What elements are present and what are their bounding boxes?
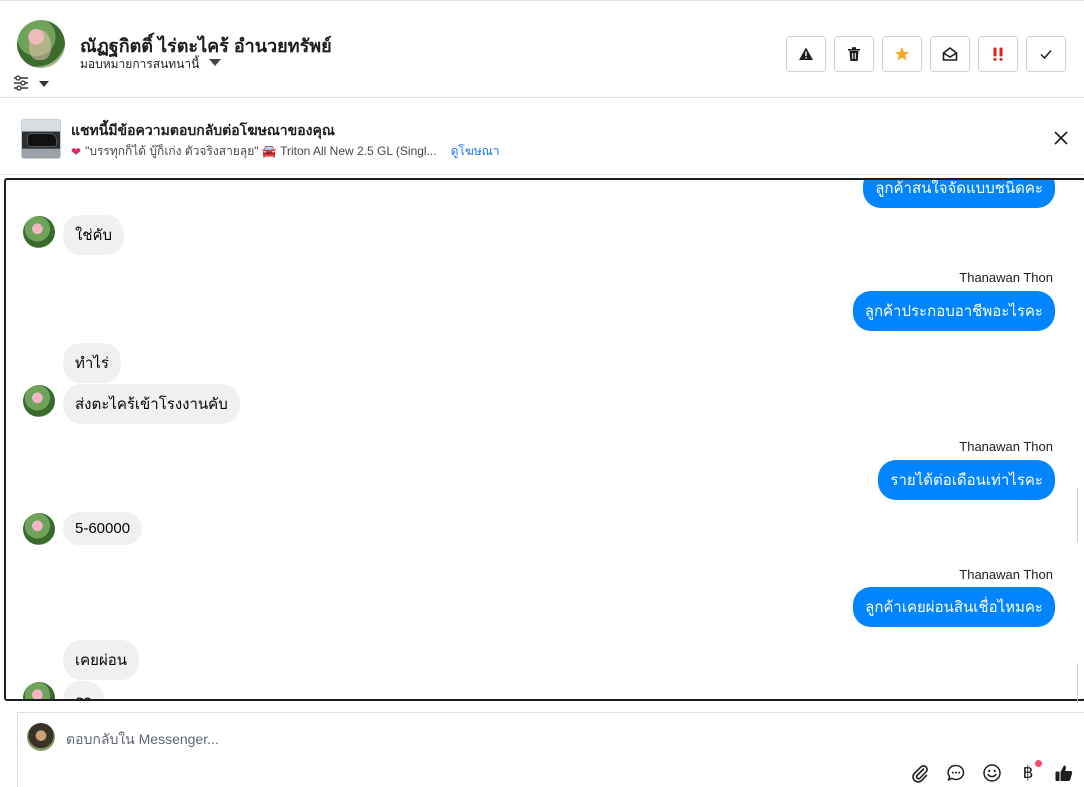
ad-banner-subtitle: "บรรทุกก็ได้ บู๊ก็เก่ง ตัวจริงสายลุย" 🚘 … (85, 144, 437, 158)
ad-banner-title: แชทนี้มีข้อความตอบกลับต่อโฆษณาของคุณ (71, 122, 335, 138)
saved-replies-button[interactable] (946, 763, 966, 783)
outgoing-message: ลูกค้าประกอบอาชีพอะไรคะ (852, 291, 1055, 331)
message-bubble[interactable]: รายได้ต่อเดือนเท่าไรคะ (878, 460, 1055, 500)
side-panel-edge (1077, 488, 1084, 542)
thumbs-up-icon (1055, 765, 1073, 781)
message-bubble[interactable]: รถ (63, 681, 105, 699)
message-bubble[interactable]: ลูกค้าประกอบอาชีพอะไรคะ (852, 291, 1055, 331)
emoji-button[interactable] (982, 763, 1002, 783)
message-bubble[interactable]: ใช่คับ (63, 215, 125, 255)
mark-done-button[interactable] (1026, 36, 1066, 72)
notification-dot (1035, 760, 1042, 767)
view-ad-link[interactable]: ดูโฆษณา (451, 142, 500, 161)
incoming-message: 5-60000 (63, 512, 143, 545)
trash-icon (848, 47, 860, 61)
sender-name: Thanawan Thon (959, 567, 1053, 582)
attach-button[interactable] (910, 763, 930, 783)
contact-avatar-small (23, 513, 55, 545)
outgoing-message: ลูกค้าเคยผ่อนสินเชื่อไหมคะ (853, 587, 1055, 627)
paperclip-icon (912, 765, 928, 783)
incoming-message: ส่งตะไคร้เข้าโรงงานคับ (63, 384, 240, 424)
chat-bubble-icon (947, 764, 965, 781)
sender-name: Thanawan Thon (959, 439, 1053, 454)
conversation-actions (786, 36, 1066, 72)
incoming-message: รถ (63, 681, 105, 699)
message-bubble[interactable]: ลูกค้าเคยผ่อนสินเชื่อไหมคะ (853, 587, 1055, 627)
incoming-message: ใช่คับ (63, 215, 125, 255)
star-button[interactable] (882, 36, 922, 72)
message-bubble[interactable]: ลูกค้าสนใจจัดแบบชนิดคะ (863, 180, 1055, 208)
side-panel-edge (1077, 663, 1084, 703)
outgoing-message: รายได้ต่อเดือนเท่าไรคะ (878, 460, 1055, 500)
report-button[interactable] (786, 36, 826, 72)
double-exclamation-icon (993, 47, 1003, 61)
check-icon (1040, 50, 1052, 60)
incoming-message: เคยผ่อน (63, 640, 140, 680)
star-icon (894, 47, 910, 61)
ad-reply-banner: แชทนี้มีข้อความตอบกลับต่อโฆษณาของคุณ ❤ "… (0, 99, 1084, 175)
ad-banner-subtitle-row: ❤ "บรรทุกก็ได้ บู๊ก็เก่ง ตัวจริงสายลุย" … (71, 142, 500, 161)
message-bubble[interactable]: 5-60000 (63, 512, 143, 545)
contact-avatar-small (23, 385, 55, 417)
warning-icon (799, 47, 813, 60)
outgoing-message: ลูกค้าสนใจจัดแบบชนิดคะ (863, 180, 1055, 208)
message-thread[interactable]: ลูกค้าสนใจจัดแบบชนิดคะ ใช่คับ Thanawan T… (4, 178, 1084, 701)
assign-conversation-dropdown[interactable]: มอบหมายการสนทนานี้ (80, 55, 222, 74)
emoji-icon (983, 764, 1001, 782)
conversation-header: ณัฏฐกิตติ์ ไร่ตะไคร้ อำนวยทรัพย์ มอบหมาย… (0, 1, 1084, 98)
assign-label: มอบหมายการสนทนานี้ (80, 57, 200, 71)
like-button[interactable] (1054, 763, 1074, 783)
message-composer: ตอบกลับใน Messenger... ฿ (17, 712, 1084, 787)
inbox-conversation-page: ณัฏฐกิตติ์ ไร่ตะไคร้ อำนวยทรัพย์ มอบหมาย… (0, 0, 1084, 787)
contact-avatar-small (23, 216, 55, 248)
contact-avatar[interactable] (17, 20, 65, 68)
reply-input[interactable]: ตอบกลับใน Messenger... (66, 729, 219, 751)
contact-avatar-small (23, 682, 55, 699)
mark-unread-button[interactable] (930, 36, 970, 72)
composer-toolbar: ฿ (910, 760, 1074, 783)
message-bubble[interactable]: เคยผ่อน (63, 640, 140, 680)
chevron-down-icon (209, 59, 222, 66)
message-bubble[interactable]: ทำไร่ (63, 343, 121, 383)
envelope-open-icon (942, 47, 958, 61)
ad-thumbnail[interactable] (21, 119, 61, 159)
delete-button[interactable] (834, 36, 874, 72)
filter-settings-icon[interactable] (12, 75, 52, 91)
payment-button[interactable]: ฿ (1018, 760, 1042, 783)
baht-icon: ฿ (1022, 763, 1034, 782)
heart-icon: ❤ (71, 144, 82, 159)
incoming-message: ทำไร่ (63, 343, 121, 383)
sender-name: Thanawan Thon (959, 270, 1053, 285)
spam-button[interactable] (978, 36, 1018, 72)
close-icon[interactable] (1052, 129, 1070, 147)
page-avatar (27, 723, 55, 751)
message-bubble[interactable]: ส่งตะไคร้เข้าโรงงานคับ (63, 384, 240, 424)
